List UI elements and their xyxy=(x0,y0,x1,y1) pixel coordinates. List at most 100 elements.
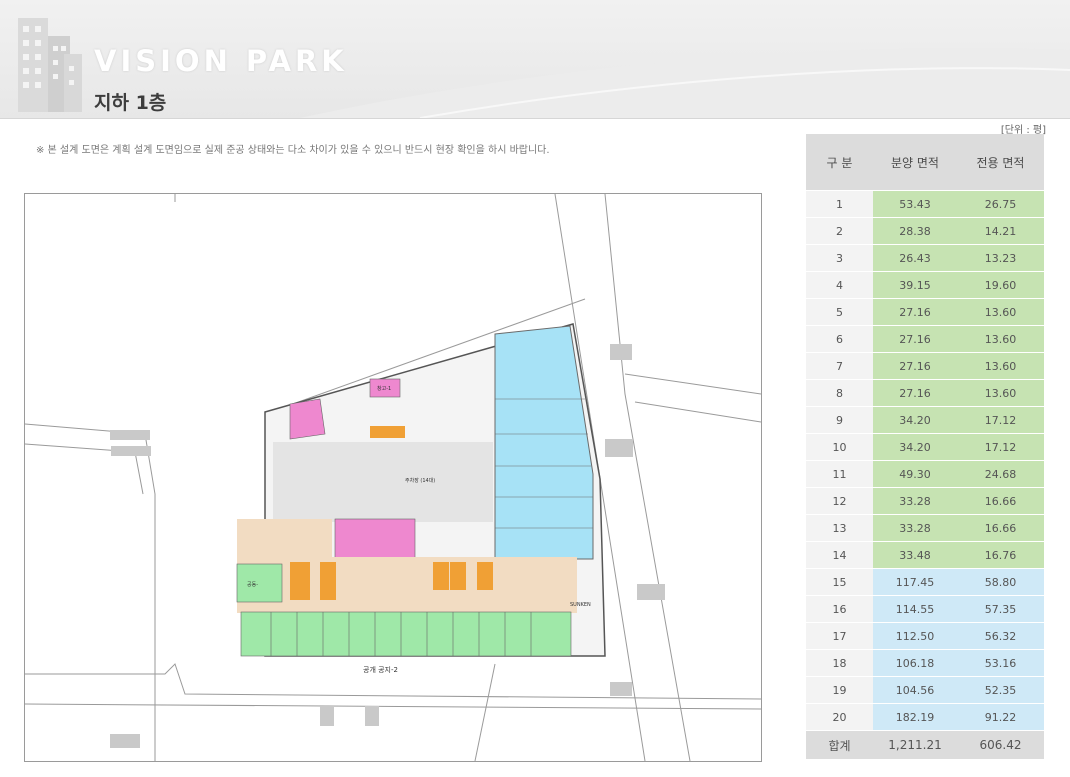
table-row: 14 33.48 16.76 xyxy=(806,541,1044,569)
corridor xyxy=(237,519,332,557)
row-private-area: 13.60 xyxy=(957,379,1044,407)
row-sale-area: 49.30 xyxy=(873,460,957,488)
table-row: 13 33.28 16.66 xyxy=(806,514,1044,542)
table-row: 12 33.28 16.66 xyxy=(806,487,1044,515)
public-space-label: 공개 공지-2 xyxy=(363,665,398,674)
table-row: 8 27.16 13.60 xyxy=(806,379,1044,407)
floor-plan-drawing: 공개 공지-2 SUNKEN 창고-1 공동- 주차장 (14대) xyxy=(25,194,761,761)
row-no: 15 xyxy=(806,568,873,596)
row-sale-area: 27.16 xyxy=(873,379,957,407)
total-sale: 1,211.21 xyxy=(873,730,957,760)
table-row: 10 34.20 17.12 xyxy=(806,433,1044,461)
row-private-area: 13.60 xyxy=(957,298,1044,326)
table-total-row: 합계 1,211.21 606.42 xyxy=(806,730,1044,760)
sunken-label: SUNKEN xyxy=(570,602,591,608)
retail-large xyxy=(236,563,283,603)
col-header-sale-area: 분양 면적 xyxy=(873,134,957,191)
row-private-area: 58.80 xyxy=(957,568,1044,596)
row-no: 5 xyxy=(806,298,873,326)
table-header: 구 분 분양 면적 전용 면적 xyxy=(806,134,1044,191)
total-label: 합계 xyxy=(806,730,873,760)
table-row: 18 106.18 53.16 xyxy=(806,649,1044,677)
row-sale-area: 39.15 xyxy=(873,271,957,299)
table-row: 11 49.30 24.68 xyxy=(806,460,1044,488)
row-sale-area: 114.55 xyxy=(873,595,957,623)
row-private-area: 13.60 xyxy=(957,352,1044,380)
row-sale-area: 33.48 xyxy=(873,541,957,569)
row-private-area: 13.23 xyxy=(957,244,1044,272)
row-private-area: 16.76 xyxy=(957,541,1044,569)
row-sale-area: 106.18 xyxy=(873,649,957,677)
row-private-area: 17.12 xyxy=(957,406,1044,434)
row-no: 11 xyxy=(806,460,873,488)
row-private-area: 26.75 xyxy=(957,190,1044,218)
row-private-area: 52.35 xyxy=(957,676,1044,704)
row-no: 17 xyxy=(806,622,873,650)
table-row: 7 27.16 13.60 xyxy=(806,352,1044,380)
row-sale-area: 117.45 xyxy=(873,568,957,596)
table-row: 16 114.55 57.35 xyxy=(806,595,1044,623)
row-private-area: 16.66 xyxy=(957,487,1044,515)
brand-title: VISION PARK xyxy=(94,44,348,78)
row-private-area: 14.21 xyxy=(957,217,1044,245)
row-private-area: 56.32 xyxy=(957,622,1044,650)
table-row: 15 117.45 58.80 xyxy=(806,568,1044,596)
row-no: 18 xyxy=(806,649,873,677)
row-private-area: 57.35 xyxy=(957,595,1044,623)
row-no: 12 xyxy=(806,487,873,515)
storage-label: 창고-1 xyxy=(377,385,391,392)
row-no: 6 xyxy=(806,325,873,353)
table-row: 17 112.50 56.32 xyxy=(806,622,1044,650)
pink-room xyxy=(334,518,416,560)
row-sale-area: 33.28 xyxy=(873,514,957,542)
row-sale-area: 104.56 xyxy=(873,676,957,704)
row-sale-area: 26.43 xyxy=(873,244,957,272)
row-no: 19 xyxy=(806,676,873,704)
col-header-division: 구 분 xyxy=(806,134,873,191)
row-no: 7 xyxy=(806,352,873,380)
parking-area xyxy=(273,442,493,522)
table-row: 4 39.15 19.60 xyxy=(806,271,1044,299)
row-no: 10 xyxy=(806,433,873,461)
row-sale-area: 112.50 xyxy=(873,622,957,650)
row-no: 8 xyxy=(806,379,873,407)
retail-label: 공동- xyxy=(247,582,258,588)
row-sale-area: 28.38 xyxy=(873,217,957,245)
row-no: 9 xyxy=(806,406,873,434)
row-no: 4 xyxy=(806,271,873,299)
table-row: 20 182.19 91.22 xyxy=(806,703,1044,731)
row-no: 14 xyxy=(806,541,873,569)
col-header-private-area: 전용 면적 xyxy=(957,134,1044,191)
table-row: 5 27.16 13.60 xyxy=(806,298,1044,326)
row-private-area: 13.60 xyxy=(957,325,1044,353)
total-private: 606.42 xyxy=(957,730,1044,760)
table-row: 9 34.20 17.12 xyxy=(806,406,1044,434)
row-sale-area: 34.20 xyxy=(873,406,957,434)
row-private-area: 17.12 xyxy=(957,433,1044,461)
row-sale-area: 27.16 xyxy=(873,352,957,380)
table-row: 6 27.16 13.60 xyxy=(806,325,1044,353)
table-row: 2 28.38 14.21 xyxy=(806,217,1044,245)
row-private-area: 16.66 xyxy=(957,514,1044,542)
parking-label: 주차장 (14대) xyxy=(405,477,435,484)
row-sale-area: 34.20 xyxy=(873,433,957,461)
retail-row xyxy=(240,611,572,657)
area-table: 구 분 분양 면적 전용 면적 1 53.43 26.75 2 28.38 14.21 3 2… xyxy=(806,134,1044,760)
building-icon xyxy=(18,18,82,112)
page-title: 지하 1층 xyxy=(94,92,167,114)
notice-text: ※ 본 설계 도면은 계획 설계 도면임으로 실제 준공 상태와는 다소 차이가… xyxy=(36,145,550,156)
row-no: 20 xyxy=(806,703,873,731)
row-sale-area: 33.28 xyxy=(873,487,957,515)
row-private-area: 53.16 xyxy=(957,649,1044,677)
table-row: 19 104.56 52.35 xyxy=(806,676,1044,704)
row-no: 1 xyxy=(806,190,873,218)
row-sale-area: 182.19 xyxy=(873,703,957,731)
table-row: 1 53.43 26.75 xyxy=(806,190,1044,218)
row-no: 16 xyxy=(806,595,873,623)
row-sale-area: 27.16 xyxy=(873,325,957,353)
row-private-area: 19.60 xyxy=(957,271,1044,299)
row-no: 13 xyxy=(806,514,873,542)
row-sale-area: 53.43 xyxy=(873,190,957,218)
page-header: VISION PARK 지하 1층 xyxy=(0,0,1070,119)
row-private-area: 24.68 xyxy=(957,460,1044,488)
